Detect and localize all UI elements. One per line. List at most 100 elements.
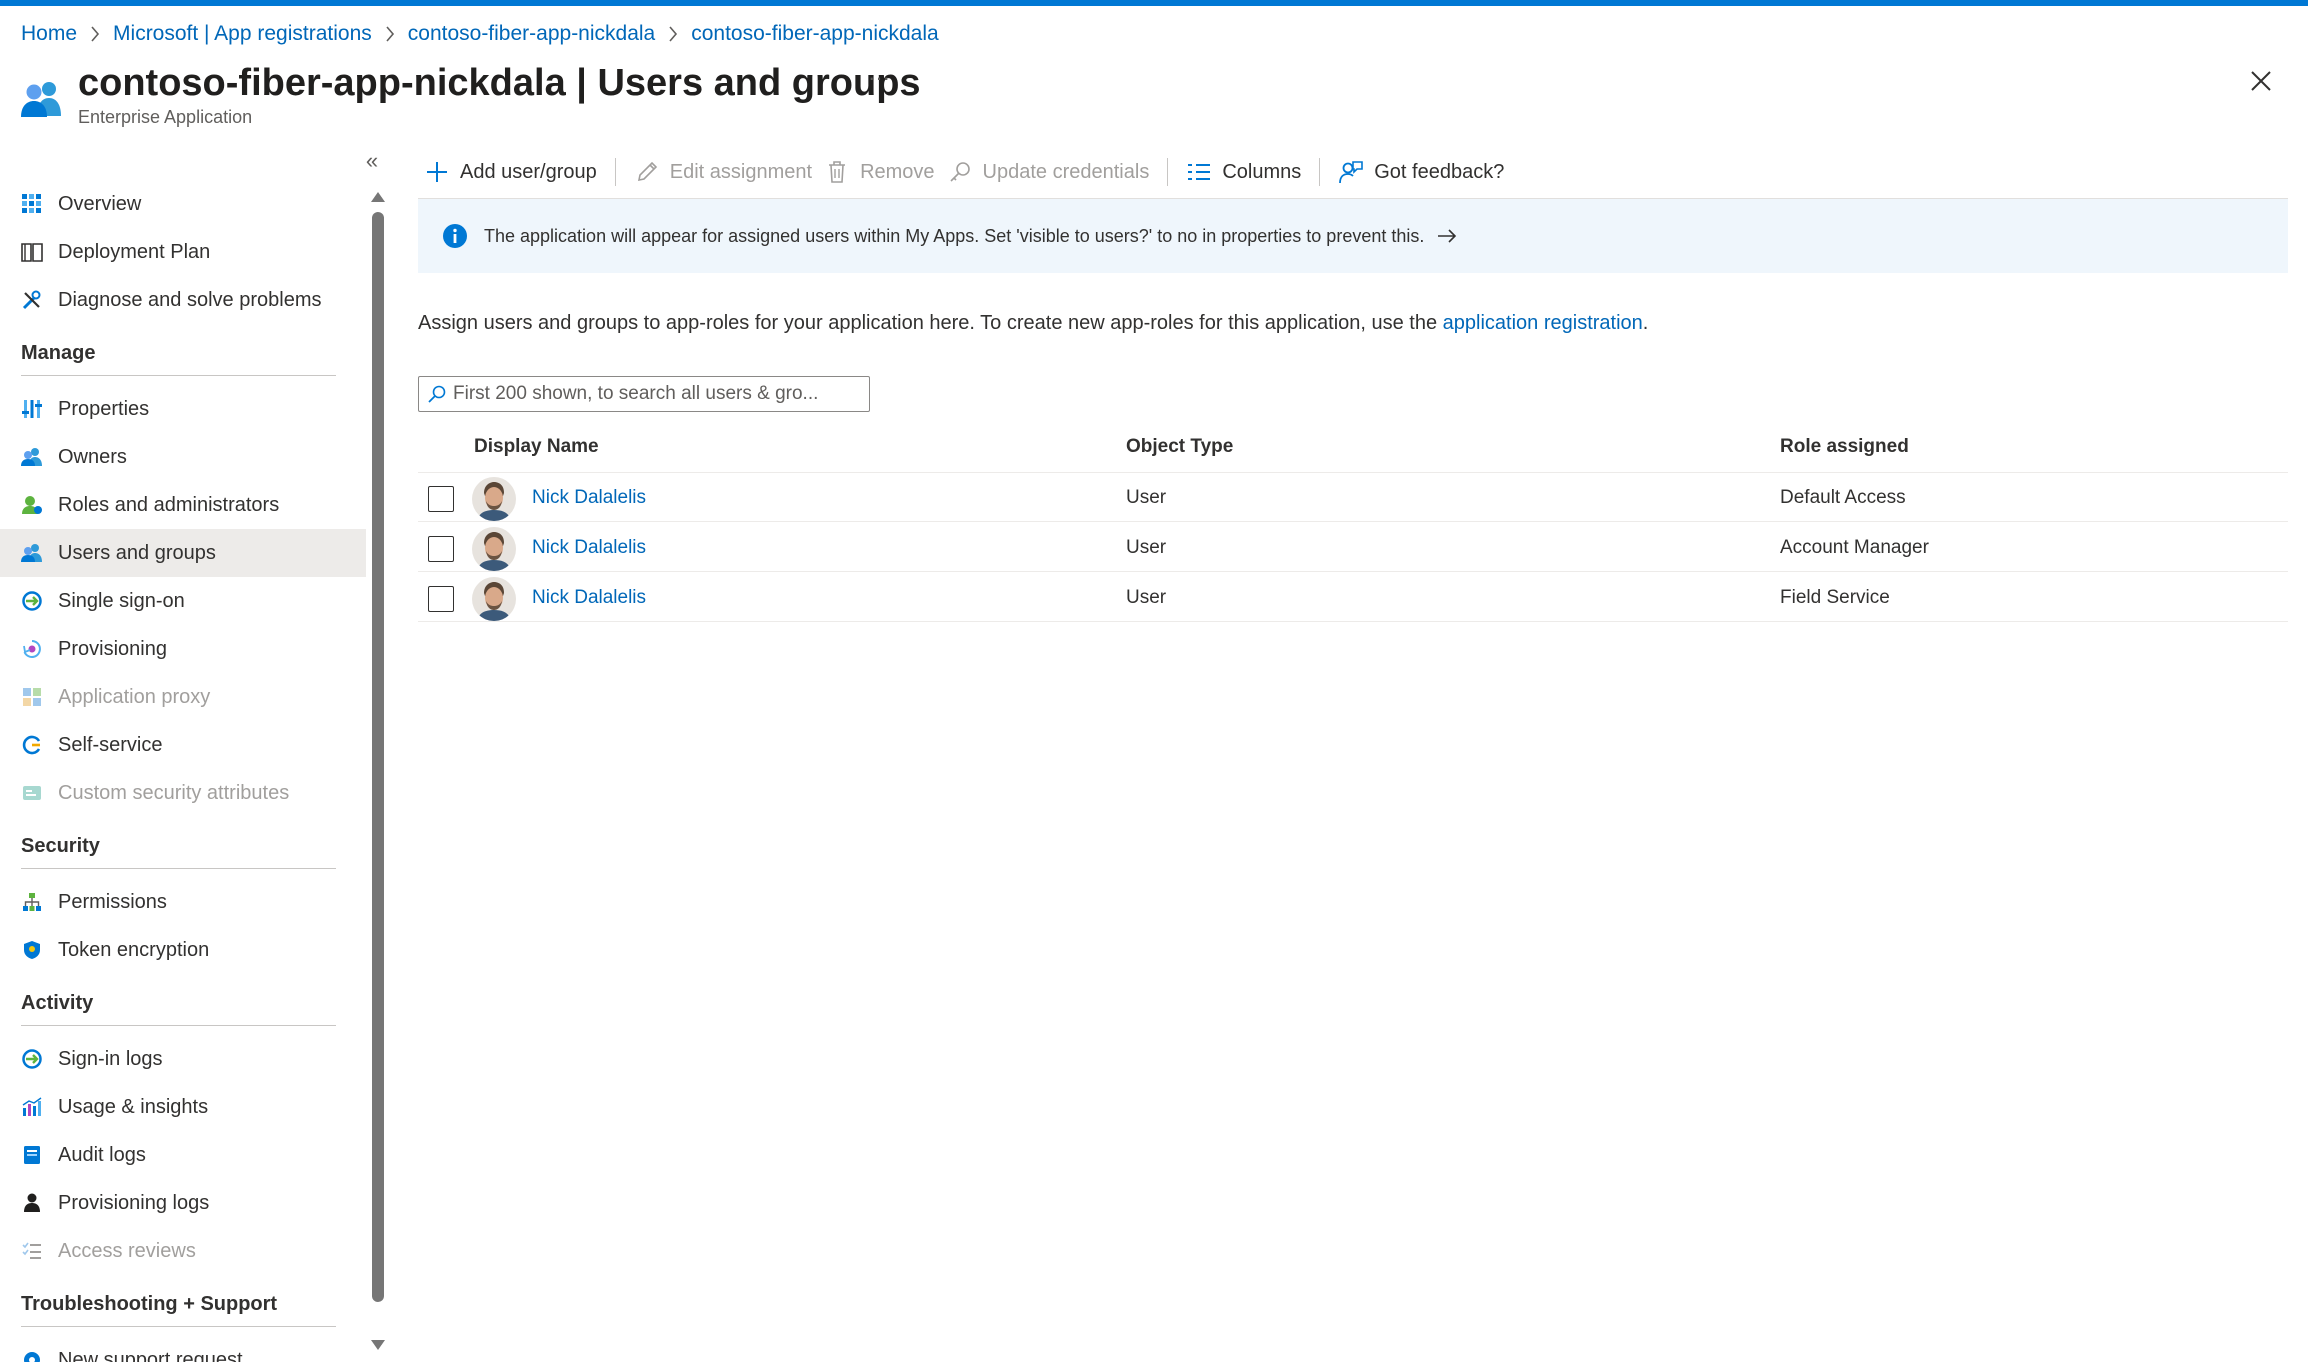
sidebar-item-single-sign-on[interactable]: Single sign-on xyxy=(0,577,366,625)
scroll-up-arrow-icon[interactable] xyxy=(370,190,386,204)
column-header-display-name[interactable]: Display Name xyxy=(474,436,599,458)
sidebar-item-label: Owners xyxy=(58,445,127,468)
provisioning-icon xyxy=(21,638,43,660)
sidebar-item-label: Diagnose and solve problems xyxy=(58,288,322,311)
sidebar-item-roles[interactable]: Roles and administrators xyxy=(0,481,366,529)
collapse-sidebar-button[interactable]: « xyxy=(360,150,384,174)
sidebar-item-label: Roles and administrators xyxy=(58,493,280,516)
sidebar-item-users-and-groups[interactable]: Users and groups xyxy=(0,529,366,577)
search-icon xyxy=(427,384,447,404)
columns-button[interactable]: Columns xyxy=(1180,150,1307,194)
close-icon xyxy=(2250,71,2272,96)
scroll-down-arrow-icon[interactable] xyxy=(370,1338,386,1352)
breadcrumb: Home Microsoft | App registrations conto… xyxy=(21,20,939,48)
search-box[interactable] xyxy=(418,376,870,412)
pencil-icon xyxy=(634,159,660,185)
sidebar-section-security: Security xyxy=(21,829,336,869)
update-credentials-button[interactable]: Update credentials xyxy=(941,150,1156,194)
command-bar: Add user/group Edit assignment Remove Up… xyxy=(418,150,1510,194)
sidebar-item-properties[interactable]: Properties xyxy=(0,385,366,433)
avatar xyxy=(472,577,516,621)
usage-chart-icon xyxy=(21,1096,43,1118)
user-name-link[interactable]: Nick Dalalelis xyxy=(532,587,646,609)
permissions-icon xyxy=(21,891,43,913)
sidebar-item-label: Single sign-on xyxy=(58,589,185,612)
provisioning-logs-icon xyxy=(21,1192,43,1214)
columns-icon xyxy=(1186,159,1212,185)
page-title-app-name: contoso-fiber-app-nickdala xyxy=(78,62,566,104)
table-row[interactable]: Nick Dalalelis User Account Manager xyxy=(418,523,2288,572)
sidebar-item-self-service[interactable]: Self-service xyxy=(0,721,366,769)
sidebar-item-label: Overview xyxy=(58,192,142,215)
app-proxy-icon xyxy=(21,686,43,708)
user-name-link[interactable]: Nick Dalalelis xyxy=(532,537,646,559)
breadcrumb-home[interactable]: Home xyxy=(21,22,77,46)
trash-icon xyxy=(824,159,850,185)
column-header-object-type[interactable]: Object Type xyxy=(1126,436,1233,458)
row-checkbox[interactable] xyxy=(428,586,454,612)
sidebar: Overview Deployment Plan Diagnose and so… xyxy=(0,180,366,1362)
sidebar-item-provisioning[interactable]: Provisioning xyxy=(0,625,366,673)
table-row[interactable]: Nick Dalalelis User Field Service xyxy=(418,573,2288,622)
sidebar-item-usage-insights[interactable]: Usage & insights xyxy=(0,1083,366,1131)
sign-in-logs-icon xyxy=(21,1048,43,1070)
sidebar-item-new-support-request[interactable]: New support request xyxy=(0,1336,366,1362)
sidebar-scrollbar-thumb[interactable] xyxy=(372,212,384,1302)
application-registration-link[interactable]: application registration xyxy=(1443,312,1643,334)
page-title: contoso-fiber-app-nickdala | Users and g… xyxy=(78,58,921,108)
breadcrumb-app-registrations[interactable]: Microsoft | App registrations xyxy=(113,22,372,46)
sidebar-item-sign-in-logs[interactable]: Sign-in logs xyxy=(0,1035,366,1083)
object-type-cell: User xyxy=(1126,587,1167,608)
user-name-link[interactable]: Nick Dalalelis xyxy=(532,487,646,509)
info-banner-text: The application will appear for assigned… xyxy=(484,225,1425,246)
sidebar-item-label: Usage & insights xyxy=(58,1095,209,1118)
table-row[interactable]: Nick Dalalelis User Default Access xyxy=(418,473,2288,522)
sidebar-section-troubleshooting: Troubleshooting + Support xyxy=(21,1287,336,1327)
description-text: Assign users and groups to app-roles for… xyxy=(418,312,1443,334)
sidebar-item-label: New support request xyxy=(58,1348,243,1362)
sidebar-item-label: Provisioning logs xyxy=(58,1191,210,1214)
sidebar-item-permissions[interactable]: Permissions xyxy=(0,878,366,926)
sidebar-item-audit-logs[interactable]: Audit logs xyxy=(0,1131,366,1179)
edit-assignment-label: Edit assignment xyxy=(669,160,813,183)
sidebar-item-custom-security-attributes[interactable]: Custom security attributes xyxy=(0,769,366,817)
edit-assignment-button[interactable]: Edit assignment xyxy=(628,150,818,194)
sidebar-item-token-encryption[interactable]: Token encryption xyxy=(0,926,366,974)
sidebar-item-diagnose[interactable]: Diagnose and solve problems xyxy=(0,276,366,324)
toolbar-divider xyxy=(1319,158,1321,186)
columns-label: Columns xyxy=(1222,160,1302,183)
feedback-person-icon xyxy=(1338,159,1364,185)
remove-button[interactable]: Remove xyxy=(818,150,940,194)
search-input[interactable] xyxy=(453,383,853,405)
page-subtitle: Enterprise Application xyxy=(78,107,253,127)
sidebar-item-label: Deployment Plan xyxy=(58,240,211,263)
sidebar-item-owners[interactable]: Owners xyxy=(0,433,366,481)
feedback-button[interactable]: Got feedback? xyxy=(1332,150,1510,194)
support-icon xyxy=(21,1349,43,1362)
sidebar-item-label: Self-service xyxy=(58,733,163,756)
breadcrumb-enterprise-app[interactable]: contoso-fiber-app-nickdala xyxy=(691,22,938,46)
sidebar-item-overview[interactable]: Overview xyxy=(0,180,366,228)
sidebar-item-label: Sign-in logs xyxy=(58,1047,163,1070)
more-options-button[interactable]: ··· xyxy=(864,66,894,96)
row-checkbox[interactable] xyxy=(428,536,454,562)
add-user-group-button[interactable]: Add user/group xyxy=(418,150,603,194)
row-checkbox[interactable] xyxy=(428,486,454,512)
sidebar-item-access-reviews[interactable]: Access reviews xyxy=(0,1227,366,1275)
shield-icon xyxy=(21,939,43,961)
sidebar-item-deployment-plan[interactable]: Deployment Plan xyxy=(0,228,366,276)
page-title-separator: | xyxy=(565,62,598,104)
sidebar-item-provisioning-logs[interactable]: Provisioning logs xyxy=(0,1179,366,1227)
breadcrumb-app-registration[interactable]: contoso-fiber-app-nickdala xyxy=(408,22,655,46)
sidebar-item-label: Permissions xyxy=(58,890,167,913)
arrow-right-icon xyxy=(1436,228,1458,244)
column-header-role-assigned[interactable]: Role assigned xyxy=(1780,436,1909,458)
object-type-cell: User xyxy=(1126,537,1167,558)
sidebar-item-application-proxy[interactable]: Application proxy xyxy=(0,673,366,721)
avatar xyxy=(472,477,516,521)
info-banner[interactable]: The application will appear for assigned… xyxy=(418,199,2288,273)
chevron-right-icon xyxy=(77,22,113,46)
sidebar-item-label: Audit logs xyxy=(58,1143,146,1166)
close-button[interactable] xyxy=(2250,70,2280,100)
page-description: Assign users and groups to app-roles for… xyxy=(418,312,1648,335)
